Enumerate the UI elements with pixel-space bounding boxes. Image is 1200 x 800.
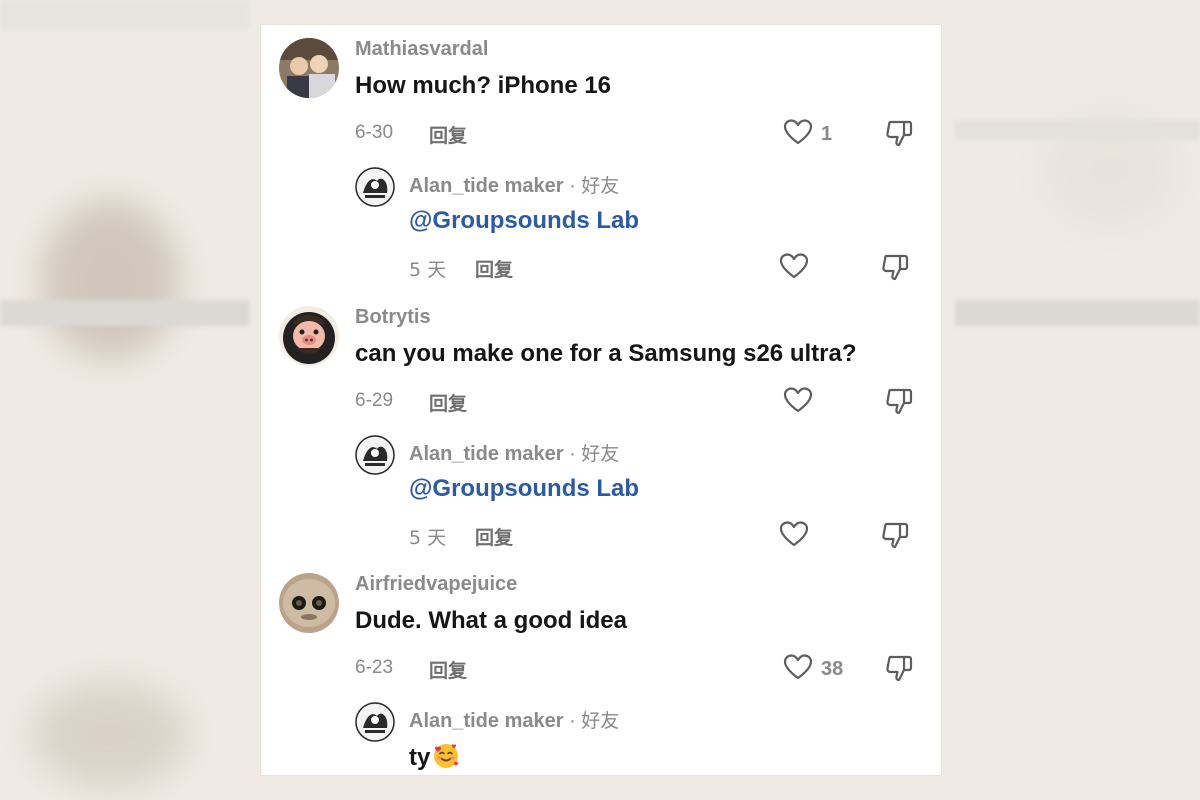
heart-outline-icon xyxy=(783,653,813,686)
separator: · xyxy=(563,710,582,732)
dislike-icon xyxy=(884,655,914,687)
reply-avatar[interactable] xyxy=(355,702,395,742)
reply-mention-text[interactable]: @Groupsounds Lab xyxy=(409,475,639,503)
comment-text: can you make one for a Samsung s26 ultra… xyxy=(355,340,857,367)
dislike-icon xyxy=(884,388,914,420)
dislike-button[interactable] xyxy=(884,653,914,688)
comment-username[interactable]: Mathiasvardal xyxy=(355,38,488,61)
reply-button[interactable]: 回复 xyxy=(429,121,467,148)
avatar[interactable] xyxy=(279,573,339,633)
reply-button[interactable]: 回复 xyxy=(429,656,467,683)
dislike-icon xyxy=(880,254,910,286)
like-button[interactable]: 38 xyxy=(783,653,843,686)
like-button[interactable]: 1 xyxy=(783,118,832,151)
dislike-button[interactable] xyxy=(884,386,914,421)
reply-date: 5 天 xyxy=(409,259,447,281)
reply-text-line: ty xyxy=(409,742,460,772)
dislike-button[interactable] xyxy=(880,520,910,555)
friend-badge: 好友 xyxy=(581,710,620,732)
like-button[interactable] xyxy=(783,386,813,419)
avatar[interactable] xyxy=(279,306,339,366)
comment-username[interactable]: Airfriedvapejuice xyxy=(355,573,517,596)
comment-date: 6-29 xyxy=(355,390,394,411)
reply-date: 5 天 xyxy=(409,527,447,549)
comment-text: Dude. What a good idea xyxy=(355,607,628,634)
like-count: 38 xyxy=(821,658,844,680)
reply-username[interactable]: Alan_tide maker xyxy=(409,710,564,732)
reply-button[interactable]: 回复 xyxy=(429,389,467,416)
comment-date: 6-23 xyxy=(355,657,394,678)
reply-username-line: Alan_tide maker · 好友 xyxy=(409,171,619,198)
like-button[interactable] xyxy=(779,252,809,285)
heart-outline-icon xyxy=(779,252,809,285)
reply-username-line: Alan_tide maker · 好友 xyxy=(409,439,619,466)
dislike-icon xyxy=(880,522,910,554)
dislike-button[interactable] xyxy=(880,252,910,287)
reply-mention-text[interactable]: @Groupsounds Lab xyxy=(409,207,639,235)
dislike-icon xyxy=(884,120,914,152)
comment-text: How much? iPhone 16 xyxy=(355,72,612,99)
reply-button[interactable]: 回复 xyxy=(475,523,513,550)
heart-outline-icon xyxy=(783,386,813,419)
reply-username[interactable]: Alan_tide maker xyxy=(409,175,564,197)
friend-badge: 好友 xyxy=(581,443,620,465)
like-button[interactable] xyxy=(779,520,809,553)
separator: · xyxy=(563,443,582,465)
reply-avatar[interactable] xyxy=(355,435,395,475)
reply-username[interactable]: Alan_tide maker xyxy=(409,443,564,465)
reply-text: ty xyxy=(409,744,431,771)
comment-date: 6-30 xyxy=(355,122,394,143)
like-count: 1 xyxy=(821,123,833,145)
reply-button[interactable]: 回复 xyxy=(475,255,513,282)
heart-outline-icon xyxy=(783,118,813,151)
dislike-button[interactable] xyxy=(884,118,914,153)
separator: · xyxy=(563,175,582,197)
friend-badge: 好友 xyxy=(581,175,620,197)
avatar[interactable] xyxy=(279,38,339,98)
reply-avatar[interactable] xyxy=(355,167,395,207)
smiling-face-with-hearts-emoji xyxy=(432,742,460,770)
comments-panel: Mathiasvardal How much? iPhone 16 6-30 回… xyxy=(261,25,941,775)
reply-username-line: Alan_tide maker · 好友 xyxy=(409,706,619,733)
comment-username[interactable]: Botrytis xyxy=(355,306,431,329)
heart-outline-icon xyxy=(779,520,809,553)
